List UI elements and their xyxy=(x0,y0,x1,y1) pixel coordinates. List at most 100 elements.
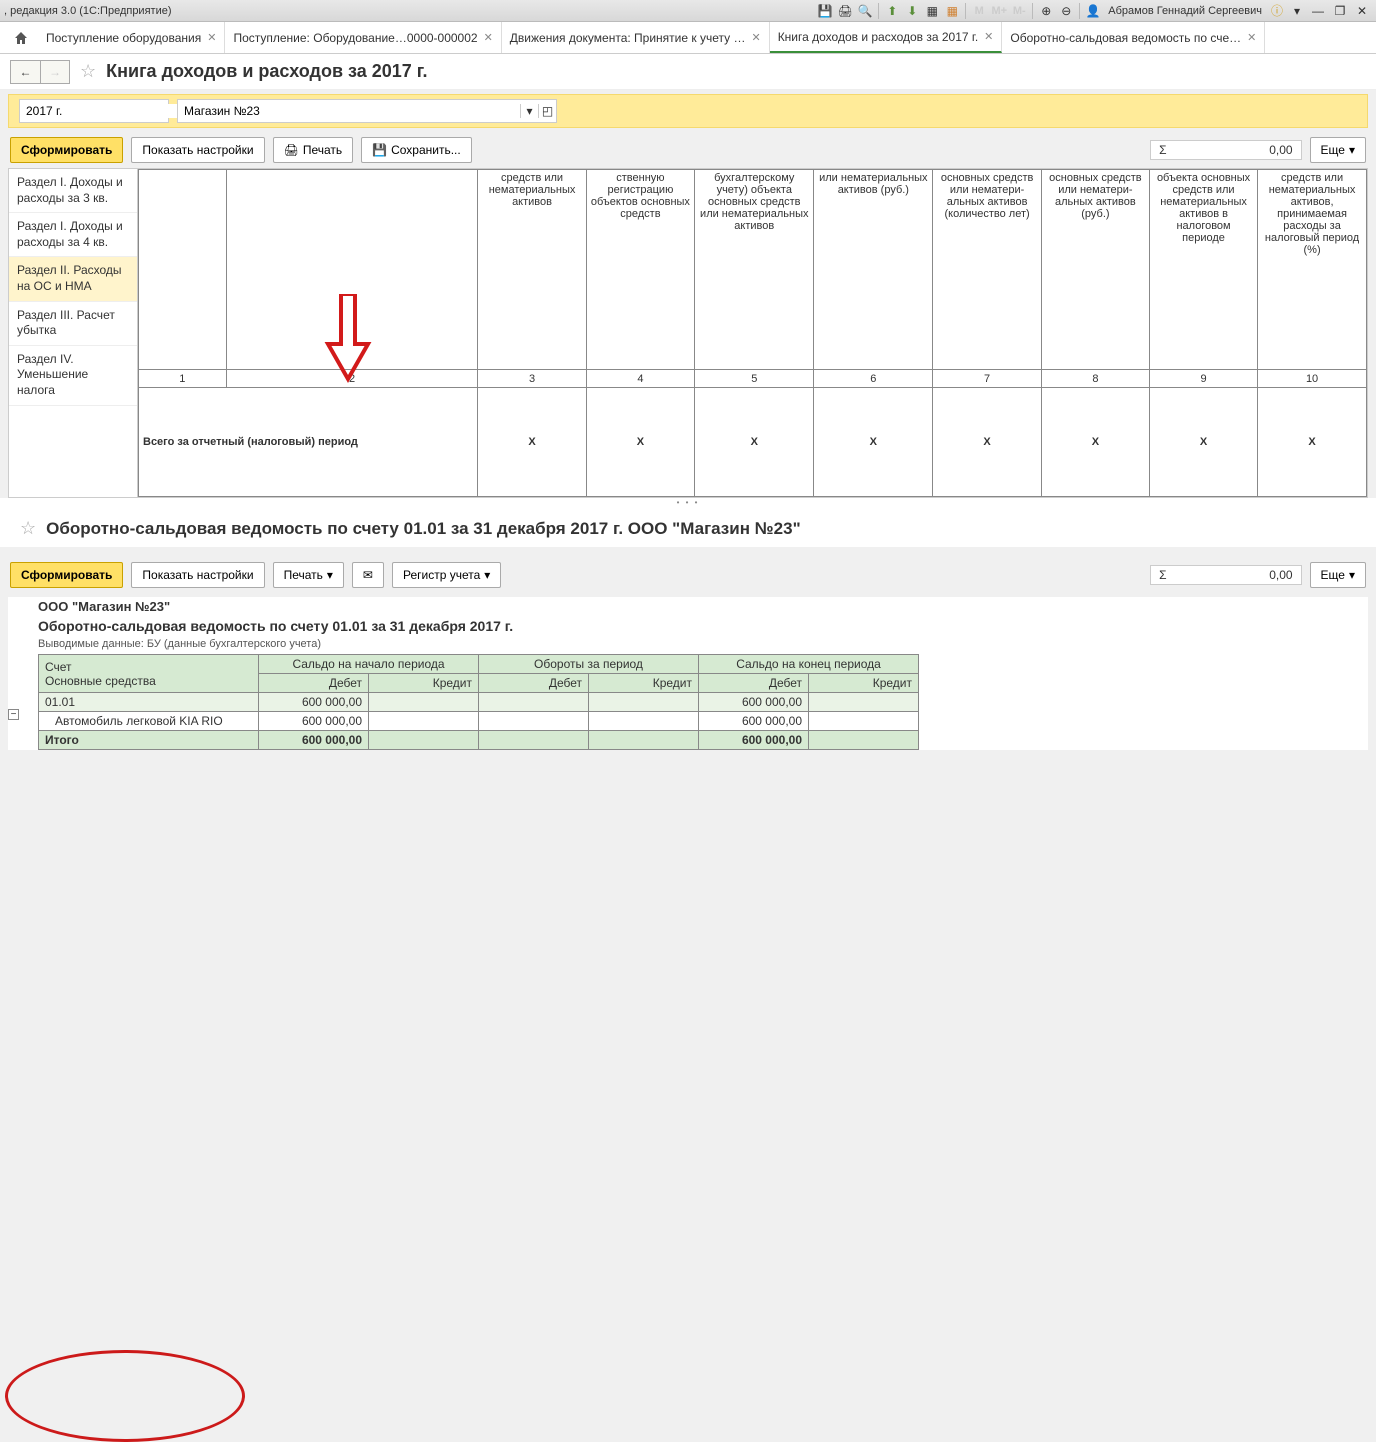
tree-collapse-button[interactable]: − xyxy=(8,709,19,720)
actions-row-top: Сформировать Показать настройки 🖨Печать … xyxy=(0,132,1376,168)
save-button[interactable]: 💾Сохранить... xyxy=(361,137,472,163)
org-name: ООО "Магазин №23" xyxy=(38,597,1368,616)
sum-value: 0,00 xyxy=(1173,568,1293,582)
memory-mplus-button[interactable]: M+ xyxy=(990,2,1008,20)
form-button[interactable]: Сформировать xyxy=(10,562,123,588)
total-row: Всего за отчетный (налоговый) период X X… xyxy=(139,388,1367,497)
sigma-icon: Σ xyxy=(1159,568,1166,582)
back-button[interactable]: ← xyxy=(10,60,40,84)
chevron-down-icon: ▾ xyxy=(484,568,490,582)
store-open-button[interactable]: ◰ xyxy=(538,104,556,118)
close-button[interactable]: ✕ xyxy=(1352,3,1372,19)
table-row-asset[interactable]: Автомобиль легковой KIA RIO 600 000,00 6… xyxy=(39,712,919,731)
zoom-in-icon[interactable]: ⊕ xyxy=(1037,2,1055,20)
sidebar-item-r4[interactable]: Раздел IV. Уменьшение налога xyxy=(9,346,137,406)
link-icon[interactable]: ⬆ xyxy=(883,2,901,20)
top-panel: Раздел I. Доходы и расходы за 3 кв. Разд… xyxy=(8,168,1368,498)
sum-box: Σ 0,00 xyxy=(1150,140,1301,160)
column-numbers-row: 1 2 3 4 5 6 7 8 9 10 xyxy=(139,370,1367,388)
store-input[interactable] xyxy=(178,104,520,118)
actions-row-bottom: Сформировать Показать настройки Печать ▾… xyxy=(0,557,1376,593)
tab-label: Книга доходов и расходов за 2017 г. xyxy=(778,30,978,44)
sigma-icon: Σ xyxy=(1159,143,1166,157)
favorite-icon[interactable]: ☆ xyxy=(20,518,36,539)
sections-sidebar: Раздел I. Доходы и расходы за 3 кв. Разд… xyxy=(8,168,138,498)
envelope-icon: ✉ xyxy=(363,568,373,582)
show-settings-button[interactable]: Показать настройки xyxy=(131,562,264,588)
report-subtitle: Оборотно-сальдовая ведомость по счету 01… xyxy=(38,616,1368,636)
close-icon[interactable]: ✕ xyxy=(751,31,760,44)
report-table: средств или нематери­альных активов стве… xyxy=(138,169,1367,497)
calc-icon[interactable]: ▦ xyxy=(923,2,941,20)
close-icon[interactable]: ✕ xyxy=(207,31,216,44)
form-button[interactable]: Сформировать xyxy=(10,137,123,163)
store-dropdown-button[interactable]: ▾ xyxy=(520,104,538,118)
more-button[interactable]: Еще ▾ xyxy=(1310,562,1366,588)
email-button[interactable]: ✉ xyxy=(352,562,384,588)
tabs-bar: Поступление оборудования ✕ Поступление: … xyxy=(0,22,1376,54)
bottom-title-row: ☆ Оборотно-сальдовая ведомость по счету … xyxy=(0,510,1376,547)
table-row-account[interactable]: 01.01 600 000,00 600 000,00 xyxy=(39,693,919,712)
dropdown-icon[interactable]: ▾ xyxy=(1288,2,1306,20)
memory-mminus-button[interactable]: M- xyxy=(1010,2,1028,20)
home-tab[interactable] xyxy=(4,22,38,53)
chevron-down-icon: ▾ xyxy=(327,568,333,582)
params-bar: … ▾ ◰ xyxy=(8,94,1368,128)
tab-label: Поступление: Оборудование…0000-000002 xyxy=(233,31,477,45)
bottom-page-title: Оборотно-сальдовая ведомость по счету 01… xyxy=(46,519,800,539)
balance-table: Счет Основные средства Сальдо на начало … xyxy=(38,654,919,750)
tab-oborotno-saldovaya[interactable]: Оборотно-сальдовая ведомость по сче… ✕ xyxy=(1002,22,1265,53)
store-input-group: ▾ ◰ xyxy=(177,99,557,123)
ellipse-annotation xyxy=(5,1350,245,1442)
register-button[interactable]: Регистр учета ▾ xyxy=(392,562,501,588)
sidebar-item-r1q4[interactable]: Раздел I. Доходы и расходы за 4 кв. xyxy=(9,213,137,257)
balance-report: ООО "Магазин №23" Оборотно-сальдовая вед… xyxy=(8,597,1368,750)
user-icon: 👤 xyxy=(1084,2,1102,20)
sum-value: 0,00 xyxy=(1173,143,1293,157)
collapsed-params-bar xyxy=(8,547,1368,557)
compare-icon[interactable]: ⬇ xyxy=(903,2,921,20)
printer-icon: 🖨 xyxy=(284,143,299,157)
table-row-total: Итого 600 000,00 600 000,00 xyxy=(39,731,919,750)
close-icon[interactable]: ✕ xyxy=(1247,31,1256,44)
show-settings-button[interactable]: Показать настройки xyxy=(131,137,264,163)
close-icon[interactable]: ✕ xyxy=(484,31,493,44)
minimize-button[interactable]: — xyxy=(1308,3,1328,19)
favorite-icon[interactable]: ☆ xyxy=(80,61,96,82)
sum-box: Σ 0,00 xyxy=(1150,565,1301,585)
close-icon[interactable]: ✕ xyxy=(984,30,993,43)
print-button[interactable]: Печать ▾ xyxy=(273,562,344,588)
tab-label: Оборотно-сальдовая ведомость по сче… xyxy=(1010,31,1241,45)
print-icon[interactable]: 🖨 xyxy=(836,2,854,20)
print-button[interactable]: 🖨Печать xyxy=(273,137,354,163)
more-button[interactable]: Еще ▾ xyxy=(1310,137,1366,163)
preview-icon[interactable]: 🔍 xyxy=(856,2,874,20)
horizontal-resizer[interactable]: • • • xyxy=(0,498,1376,510)
year-input[interactable] xyxy=(20,104,187,118)
current-user: Абрамов Геннадий Сергеевич xyxy=(1104,5,1266,17)
tab-kniga-dohodov[interactable]: Книга доходов и расходов за 2017 г. ✕ xyxy=(770,22,1003,53)
zoom-out-icon[interactable]: ⊖ xyxy=(1057,2,1075,20)
chevron-down-icon: ▾ xyxy=(1349,143,1355,157)
maximize-button[interactable]: ❐ xyxy=(1330,3,1350,19)
disk-icon: 💾 xyxy=(372,143,387,157)
tab-postuplenie-doc[interactable]: Поступление: Оборудование…0000-000002 ✕ xyxy=(225,22,501,53)
sidebar-item-r3[interactable]: Раздел III. Расчет убытка xyxy=(9,302,137,346)
memory-m-button[interactable]: M xyxy=(970,2,988,20)
sidebar-item-r1q3[interactable]: Раздел I. Доходы и расходы за 3 кв. xyxy=(9,169,137,213)
tab-dvizheniya[interactable]: Движения документа: Принятие к учету … ✕ xyxy=(502,22,770,53)
forward-button[interactable]: → xyxy=(40,60,70,84)
tab-postuplenie-oborud[interactable]: Поступление оборудования ✕ xyxy=(38,22,225,53)
app-titlebar: , редакция 3.0 (1С:Предприятие) 💾 🖨 🔍 ⬆ … xyxy=(0,0,1376,22)
nav-row: ← → ☆ Книга доходов и расходов за 2017 г… xyxy=(0,54,1376,90)
col-account: Счет Основные средства xyxy=(39,655,259,693)
sidebar-item-r2[interactable]: Раздел II. Расходы на ОС и НМА xyxy=(9,257,137,301)
info-icon[interactable]: ⓘ xyxy=(1268,2,1286,20)
save-icon[interactable]: 💾 xyxy=(816,2,834,20)
chevron-down-icon: ▾ xyxy=(1349,568,1355,582)
report-area[interactable]: средств или нематери­альных активов стве… xyxy=(138,168,1368,498)
tab-label: Поступление оборудования xyxy=(46,31,201,45)
app-title: , редакция 3.0 (1С:Предприятие) xyxy=(4,5,172,17)
calendar-icon[interactable]: ▦ xyxy=(943,2,961,20)
year-input-group: … xyxy=(19,99,169,123)
